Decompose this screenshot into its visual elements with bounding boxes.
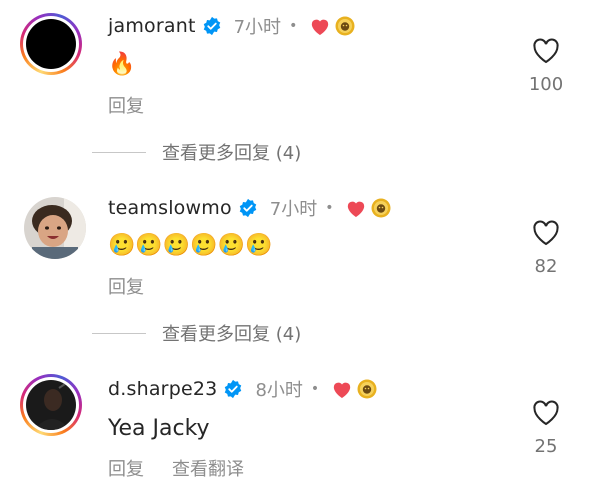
timestamp: 7小时: [233, 17, 282, 38]
username[interactable]: teamslowmo: [108, 197, 232, 219]
see-translation-button[interactable]: 查看翻译: [172, 455, 244, 481]
lion-badge-icon: [357, 379, 377, 399]
username[interactable]: d.sharpe23: [108, 378, 217, 400]
verified-badge-icon: [225, 379, 242, 399]
view-more-replies[interactable]: 查看更多回复 (4): [92, 320, 301, 346]
child-photo-avatar: [24, 197, 86, 259]
divider-line: [92, 332, 146, 334]
view-more-replies-label[interactable]: 查看更多回复 (4): [162, 320, 301, 346]
like-count: 25: [534, 436, 558, 457]
like-control[interactable]: 82: [516, 220, 576, 277]
divider-line: [92, 151, 146, 153]
reply-button[interactable]: 回复: [108, 455, 144, 481]
reply-button[interactable]: 回复: [108, 273, 144, 299]
like-count: 100: [528, 74, 564, 95]
timestamp: 8小时: [255, 380, 303, 401]
timestamp: 7小时: [269, 199, 318, 220]
username[interactable]: jamorant: [108, 15, 196, 37]
like-count: 82: [534, 256, 558, 277]
avatar-teamslowmo[interactable]: [24, 197, 86, 259]
heart-badge-icon: [333, 382, 351, 399]
avatar-d-sharpe23[interactable]: [20, 374, 82, 436]
verified-badge-icon: [203, 16, 220, 36]
person-photo-avatar: [26, 380, 76, 430]
verified-badge-icon: [239, 198, 257, 218]
separator-dot: •: [310, 381, 320, 397]
comment-text: Yea Jacky: [108, 416, 210, 441]
separator-dot: •: [289, 18, 298, 34]
avatar-jamorant[interactable]: [20, 13, 82, 75]
lion-badge-icon: [335, 16, 355, 36]
like-control[interactable]: 25: [516, 400, 576, 457]
comment-text: 🥲🥲🥲🥲🥲🥲: [108, 233, 273, 258]
separator-dot: •: [325, 200, 334, 216]
lion-badge-icon: [371, 198, 391, 218]
view-more-replies-label[interactable]: 查看更多回复 (4): [162, 139, 301, 165]
comment-text: 🔥: [108, 52, 136, 77]
reply-button[interactable]: 回复: [108, 92, 144, 118]
like-control[interactable]: 100: [516, 38, 576, 95]
like-heart-outline-icon[interactable]: [532, 38, 560, 64]
view-more-replies[interactable]: 查看更多回复 (4): [92, 139, 301, 165]
like-heart-outline-icon[interactable]: [532, 220, 560, 246]
like-heart-outline-icon[interactable]: [532, 400, 560, 426]
heart-badge-icon: [348, 201, 365, 218]
heart-badge-icon: [312, 19, 329, 36]
